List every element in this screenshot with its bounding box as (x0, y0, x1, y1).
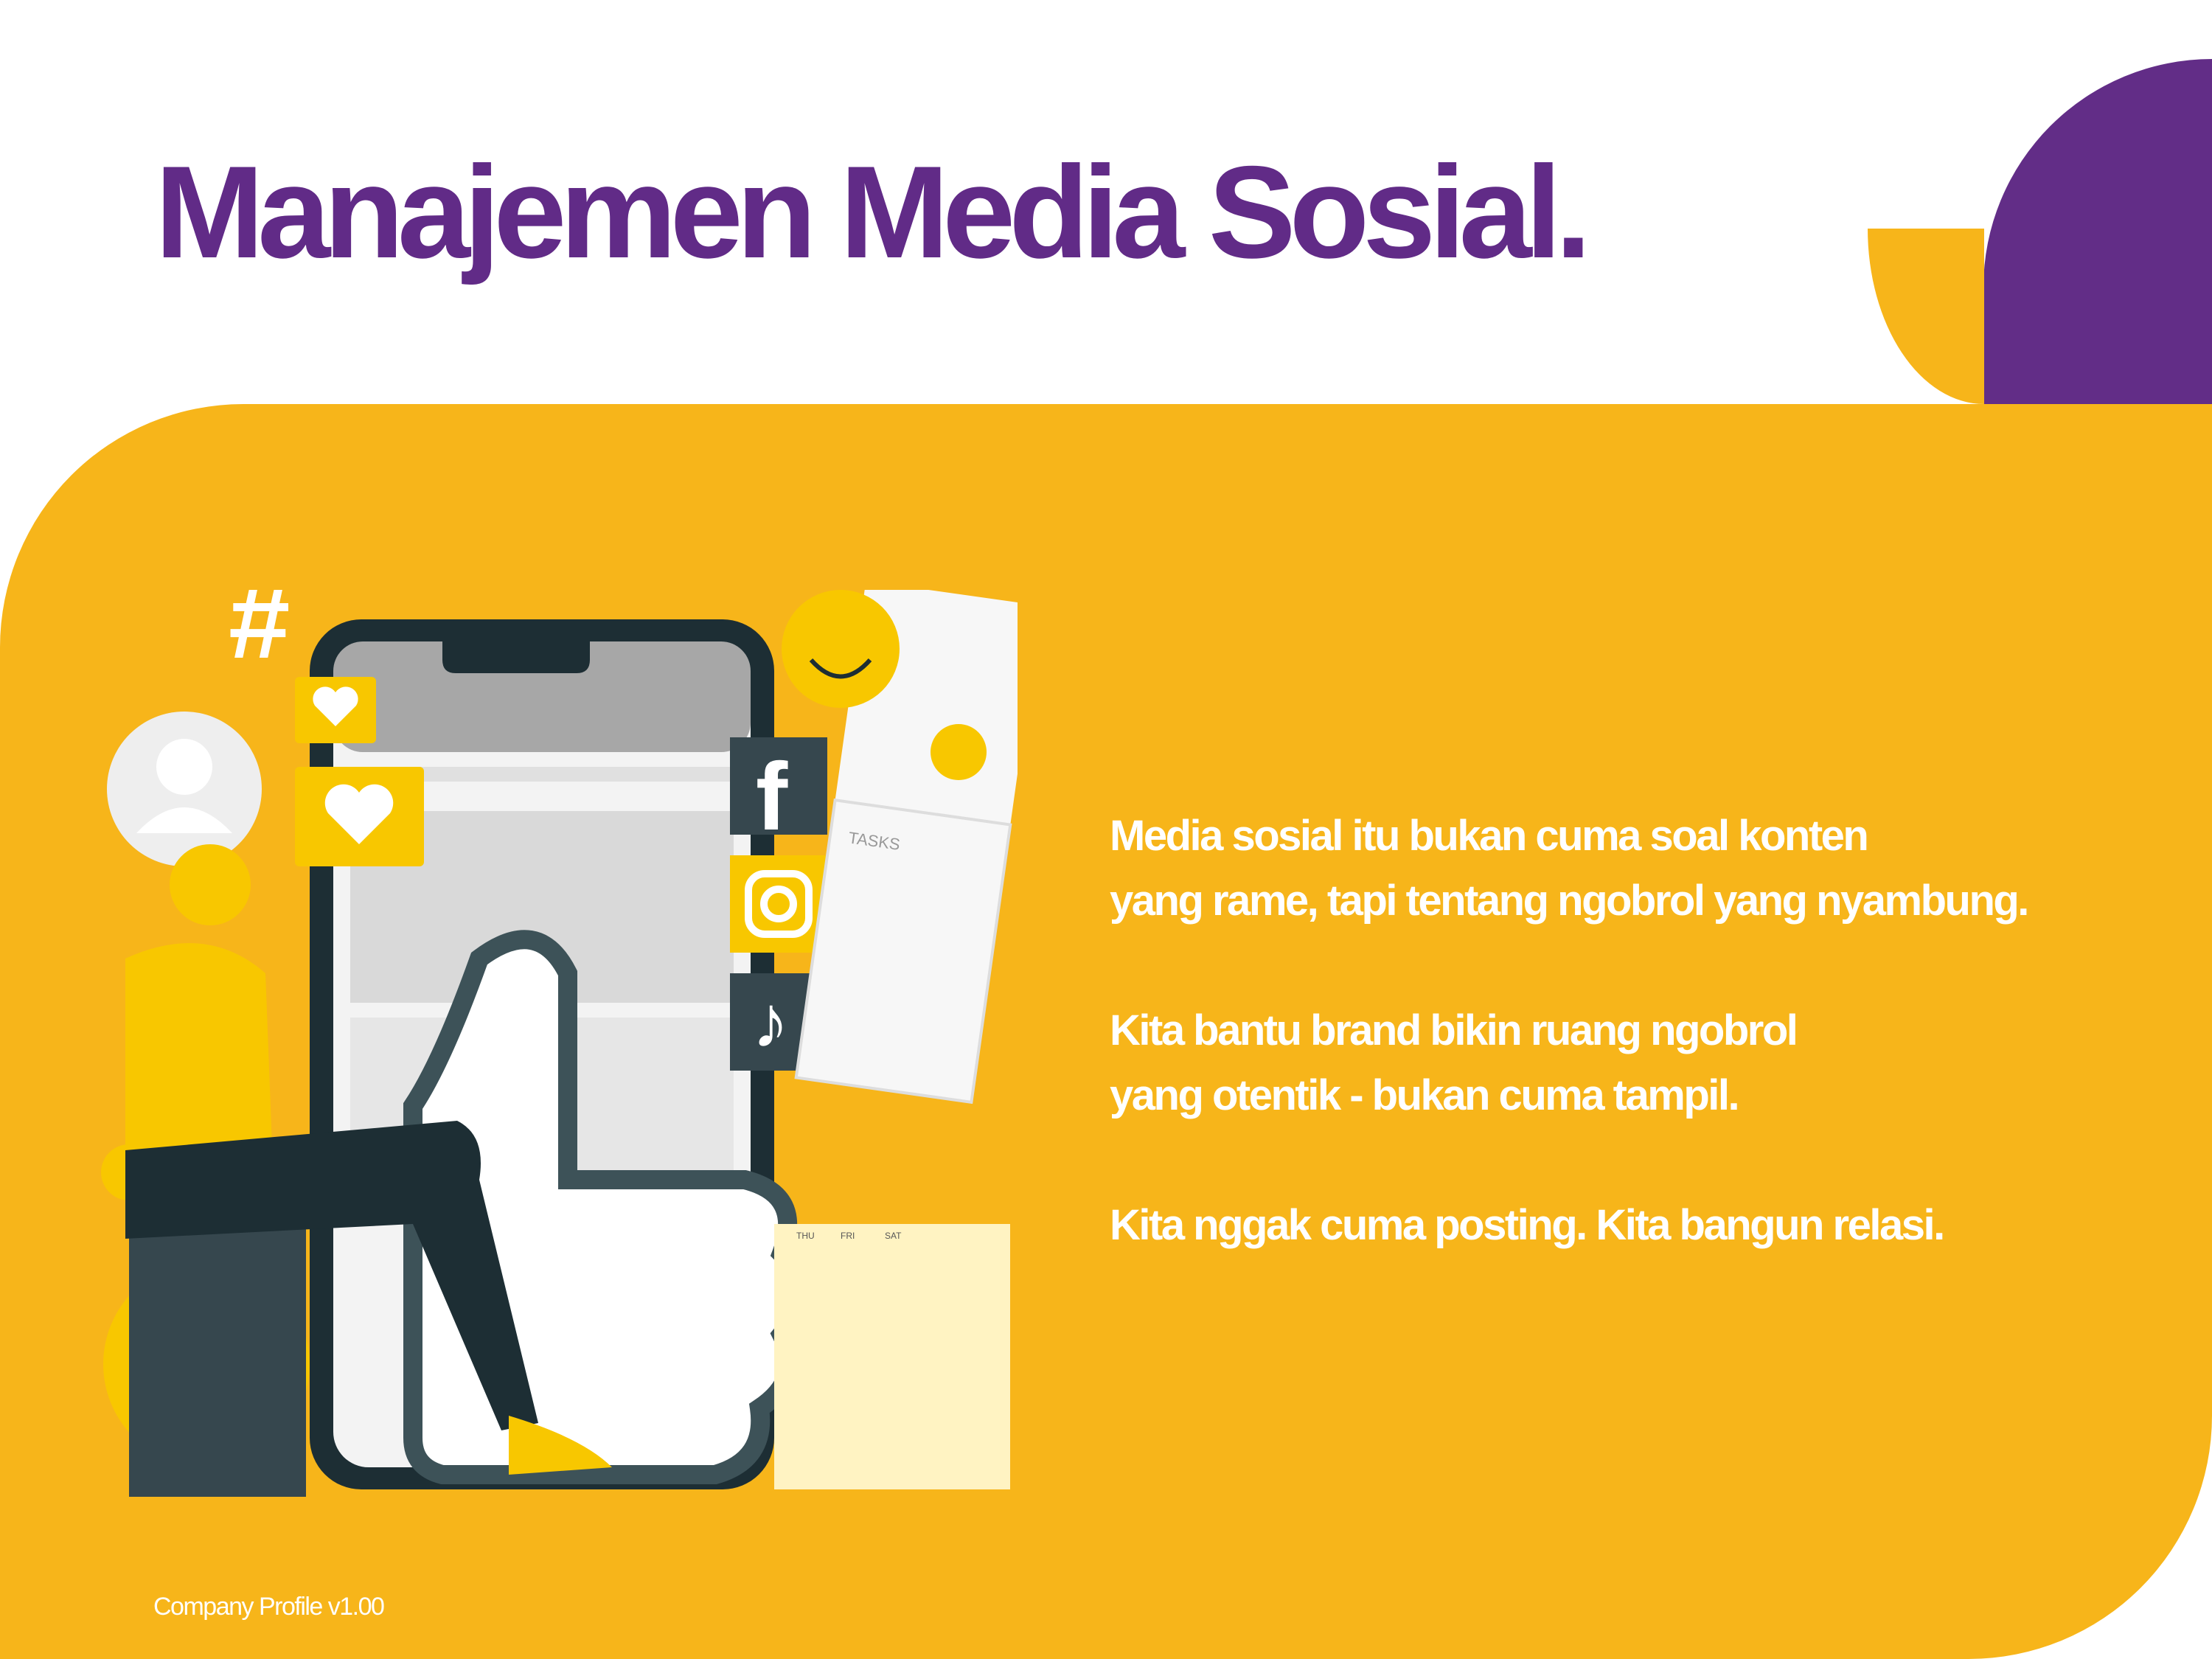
footer-version-label: Company Profile v1.00 (153, 1593, 385, 1621)
paragraph-2: Kita bantu brand bikin ruang ngobrol yan… (1110, 1006, 1798, 1119)
svg-text:FRI: FRI (841, 1231, 855, 1241)
svg-text:SAT: SAT (885, 1231, 902, 1241)
decorative-purple-shape (1983, 59, 2212, 406)
hashtag-icon: # (229, 590, 290, 681)
instagram-icon (730, 855, 827, 953)
facebook-icon: f (730, 737, 827, 850)
heart-eyes-emoji-icon (782, 590, 900, 708)
heart-bubble-icon (295, 677, 376, 743)
body-text: Media sosial itu bukan cuma soal konten … (1110, 804, 2127, 1258)
calendar-icon: THU FRI SAT (774, 1224, 1010, 1489)
decorative-leaf-shape (1868, 229, 1984, 404)
decorative-circle (931, 724, 987, 780)
paragraph-1: Media sosial itu bukan cuma soal konten … (1110, 812, 2029, 925)
heart-bubble-icon (295, 767, 424, 866)
page-title: Manajemen Media Sosial. (155, 139, 1592, 285)
paragraph-3: Kita nggak cuma posting. Kita bangun rel… (1110, 1201, 1945, 1249)
social-media-illustration: # f ♪ TASKS THU FRI SAT (101, 590, 1018, 1497)
svg-text:♪: ♪ (752, 981, 789, 1063)
svg-text:THU: THU (796, 1231, 815, 1241)
user-avatar-icon (107, 712, 262, 866)
svg-text:f: f (756, 742, 788, 850)
